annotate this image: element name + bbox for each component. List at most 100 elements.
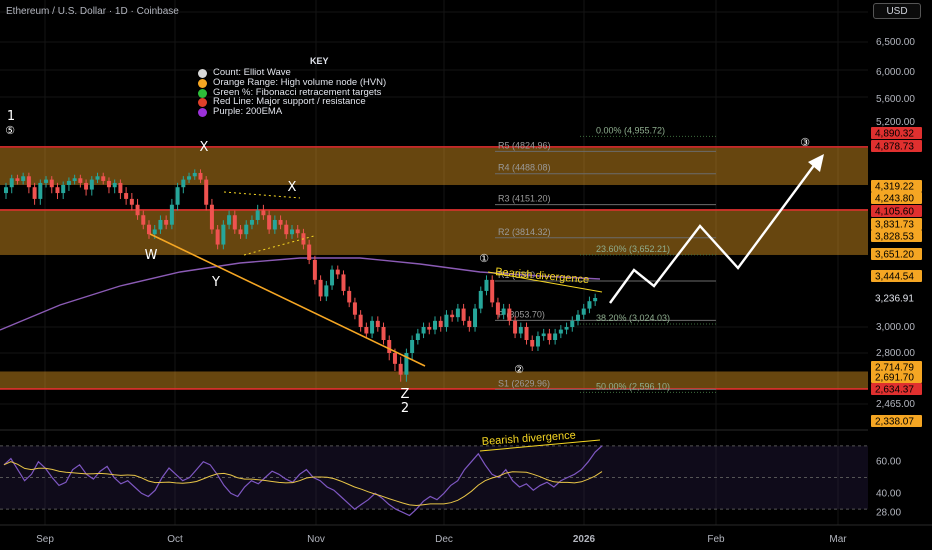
candle-body <box>375 320 380 327</box>
symbol-title: Ethereum / U.S. Dollar · 1D · Coinbase <box>6 6 179 17</box>
candle-body <box>587 301 592 309</box>
candle-body <box>438 320 443 327</box>
candle-body <box>490 279 495 303</box>
candle-body <box>26 176 31 188</box>
candle-body <box>450 314 455 318</box>
legend-color-dot <box>198 88 207 98</box>
candle-body <box>95 176 100 180</box>
rsi-axis-label: 60.00 <box>876 457 901 468</box>
candle-body <box>398 363 403 375</box>
candle-body <box>278 219 283 225</box>
candle-body <box>255 210 260 220</box>
candle-body <box>324 285 329 297</box>
pivot-label: R3 (4151.20) <box>498 194 551 204</box>
currency-button[interactable]: USD <box>873 3 921 19</box>
price-tag-value: 2,634.37 <box>875 385 914 396</box>
pivot-label: R2 (3814.32) <box>498 227 551 237</box>
rsi-axis-label: 40.00 <box>876 488 901 499</box>
price-tag-value: 3,444.54 <box>875 272 914 283</box>
candle-body <box>192 172 197 177</box>
wave-label: 1 <box>7 109 15 124</box>
candle-body <box>89 179 94 190</box>
wave-label: ⑤ <box>5 124 15 137</box>
price-tag-value: 3,828.53 <box>875 232 914 243</box>
price-tag-value: 2,338.07 <box>875 417 914 428</box>
hvn-zone <box>0 209 868 255</box>
price-tag-value: 4,319.22 <box>875 182 914 193</box>
candle-body <box>410 340 415 353</box>
pivot-label: R4 (4488.08) <box>498 163 551 173</box>
price-tag-value: 3,236.91 <box>875 294 914 305</box>
candle-body <box>164 219 169 225</box>
pivot-label: R5 (4824.96) <box>498 140 551 150</box>
wave-label: Y <box>211 275 220 290</box>
fib-label: 50.00% (2,596.10) <box>596 381 670 391</box>
wave-label: 2 <box>401 401 409 416</box>
candle-body <box>112 182 117 188</box>
candle-body <box>101 176 106 181</box>
time-axis-label: Dec <box>435 534 453 545</box>
candle-body <box>387 340 392 353</box>
hvn-zone <box>0 147 868 185</box>
candle-body <box>347 290 352 303</box>
candle-body <box>152 229 157 235</box>
candle-body <box>392 353 397 364</box>
candle-body <box>364 327 369 334</box>
candle-body <box>484 279 489 291</box>
candle-body <box>175 187 180 205</box>
wave-label: X <box>288 180 297 195</box>
candle-body <box>478 290 483 309</box>
candle-body <box>524 327 529 340</box>
price-tag-value: 4,878.73 <box>875 142 914 153</box>
candle-body <box>564 327 569 330</box>
candle-body <box>78 178 83 183</box>
candle-body <box>307 244 312 260</box>
candle-body <box>61 184 66 194</box>
wave-label: Z <box>401 387 410 402</box>
candle-body <box>530 340 535 347</box>
candle-body <box>335 269 340 275</box>
candle-body <box>209 204 214 230</box>
candle-body <box>290 229 294 235</box>
candle-body <box>84 182 89 190</box>
candle-body <box>141 215 146 225</box>
candle-body <box>249 219 254 225</box>
candle-body <box>501 308 506 315</box>
price-axis-label: 5,200.00 <box>876 117 915 128</box>
divergence-label-price: Bearish divergence <box>495 266 590 286</box>
candle-body <box>518 327 523 334</box>
legend-label: Purple: 200EMA <box>213 106 283 118</box>
time-axis-label: Nov <box>307 534 325 545</box>
rsi-pane: Bearish divergence <box>0 429 868 517</box>
candle-body <box>129 198 134 205</box>
candle-body <box>198 172 203 180</box>
legend-color-dot <box>198 78 207 88</box>
rsi-axis-label: 28.00 <box>876 507 901 518</box>
candle-body <box>295 229 300 234</box>
hvn-zone <box>0 371 868 389</box>
candle-body <box>227 215 232 225</box>
candle-body <box>558 329 563 334</box>
legend-color-dot <box>198 108 207 118</box>
price-axis-label: 6,000.00 <box>876 67 915 78</box>
price-axis-label: 2,800.00 <box>876 348 915 359</box>
candle-body <box>421 327 426 334</box>
price-chart[interactable]: R5 (4824.96) R4 (4488.08) R3 (4151.20) R2 (… <box>0 0 932 550</box>
candle-body <box>444 314 449 327</box>
time-axis-label: Sep <box>36 534 54 545</box>
fib-label: 0.00% (4,955.72) <box>596 125 665 135</box>
candle-body <box>267 215 272 230</box>
candle-body <box>4 187 8 194</box>
candle-body <box>507 308 512 321</box>
wave-label: ③ <box>800 136 810 149</box>
candle-body <box>147 224 151 235</box>
candle-body <box>547 333 552 340</box>
candle-body <box>427 327 432 330</box>
candle-body <box>576 314 580 321</box>
candle-body <box>32 187 37 199</box>
candle-body <box>124 193 129 199</box>
time-axis-label: Oct <box>167 534 183 545</box>
time-axis-label: Mar <box>829 534 847 545</box>
candle-body <box>72 178 77 181</box>
candle-body <box>272 219 277 230</box>
